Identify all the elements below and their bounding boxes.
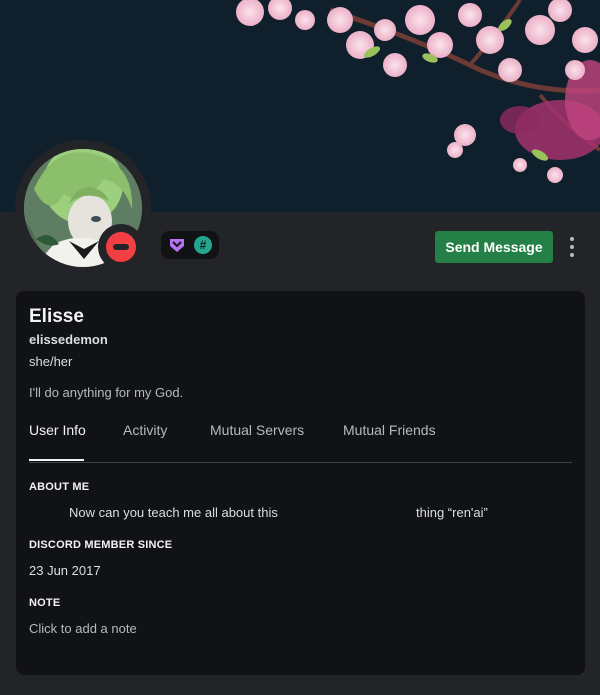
do-not-disturb-status-icon <box>106 232 136 262</box>
tab-mutual-friends[interactable]: Mutual Friends <box>343 422 436 438</box>
about-me-text-part2: thing “ren'ai” <box>416 505 488 520</box>
member-since-date: 23 Jun 2017 <box>29 563 101 578</box>
about-me-title: ABOUT ME <box>29 481 90 493</box>
note-title: NOTE <box>29 597 61 609</box>
username: elissedemon <box>29 332 108 347</box>
hashtag-badge-icon[interactable]: # <box>194 236 212 254</box>
nitro-badge-icon[interactable] <box>168 236 186 254</box>
tab-mutual-servers[interactable]: Mutual Servers <box>210 422 304 438</box>
active-tab-indicator <box>29 459 84 461</box>
profile-badges: # <box>161 231 219 259</box>
tabs-divider <box>29 462 572 463</box>
tab-activity[interactable]: Activity <box>123 422 167 438</box>
more-vertical-icon[interactable] <box>565 234 579 260</box>
member-since-title: DISCORD MEMBER SINCE <box>29 539 173 551</box>
custom-status: I'll do anything for my God. <box>29 385 184 400</box>
pronouns: she/her <box>29 354 73 369</box>
send-message-button[interactable]: Send Message <box>435 231 553 263</box>
tab-user-info[interactable]: User Info <box>29 422 86 438</box>
display-name: Elisse <box>29 306 84 327</box>
note-input[interactable] <box>29 619 329 637</box>
user-profile-card: # Send Message Elisse elissedemon she/he… <box>0 0 600 695</box>
profile-info-panel: Elisse elissedemon she/her I'll do anyth… <box>16 291 585 675</box>
about-me-text-part1: Now can you teach me all about this <box>69 505 278 520</box>
